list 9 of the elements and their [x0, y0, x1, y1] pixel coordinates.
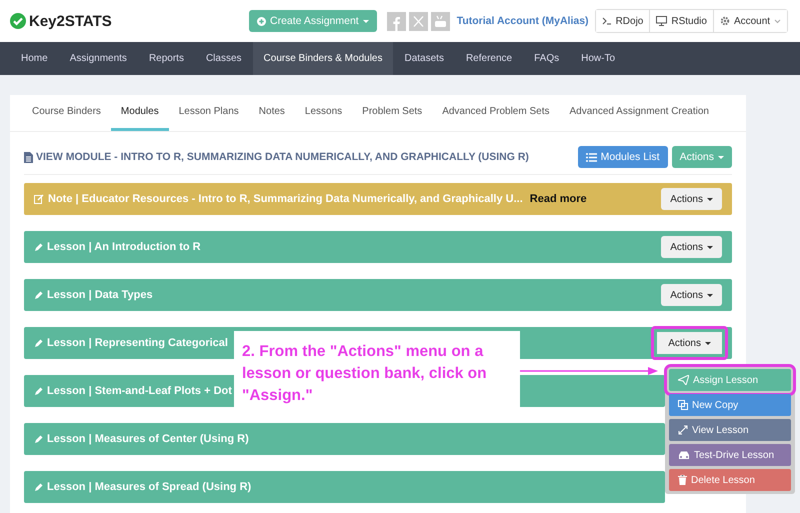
row-title: Lesson | Stem-and-Leaf Plots + Dot: [47, 385, 232, 397]
module-title: VIEW MODULE - INTRO TO R, SUMMARIZING DATA NUMERICALLY, AND GRAPHICALLY (USING R): [36, 151, 529, 163]
row-title: Lesson | Representing Categorical: [47, 337, 228, 349]
logo-text: Key2STATS: [29, 12, 112, 30]
row-title: Lesson | Measures of Center (Using R): [47, 433, 249, 445]
row-title: Lesson | Measures of Spread (Using R): [47, 481, 252, 493]
row-title: Lesson | Data Types: [47, 289, 153, 301]
row-title: Lesson | An Introduction to R: [47, 241, 201, 253]
row-title: Note | Educator Resources - Intro to R, Summarizing Data Numerically, and Graphically U...: [48, 193, 523, 205]
